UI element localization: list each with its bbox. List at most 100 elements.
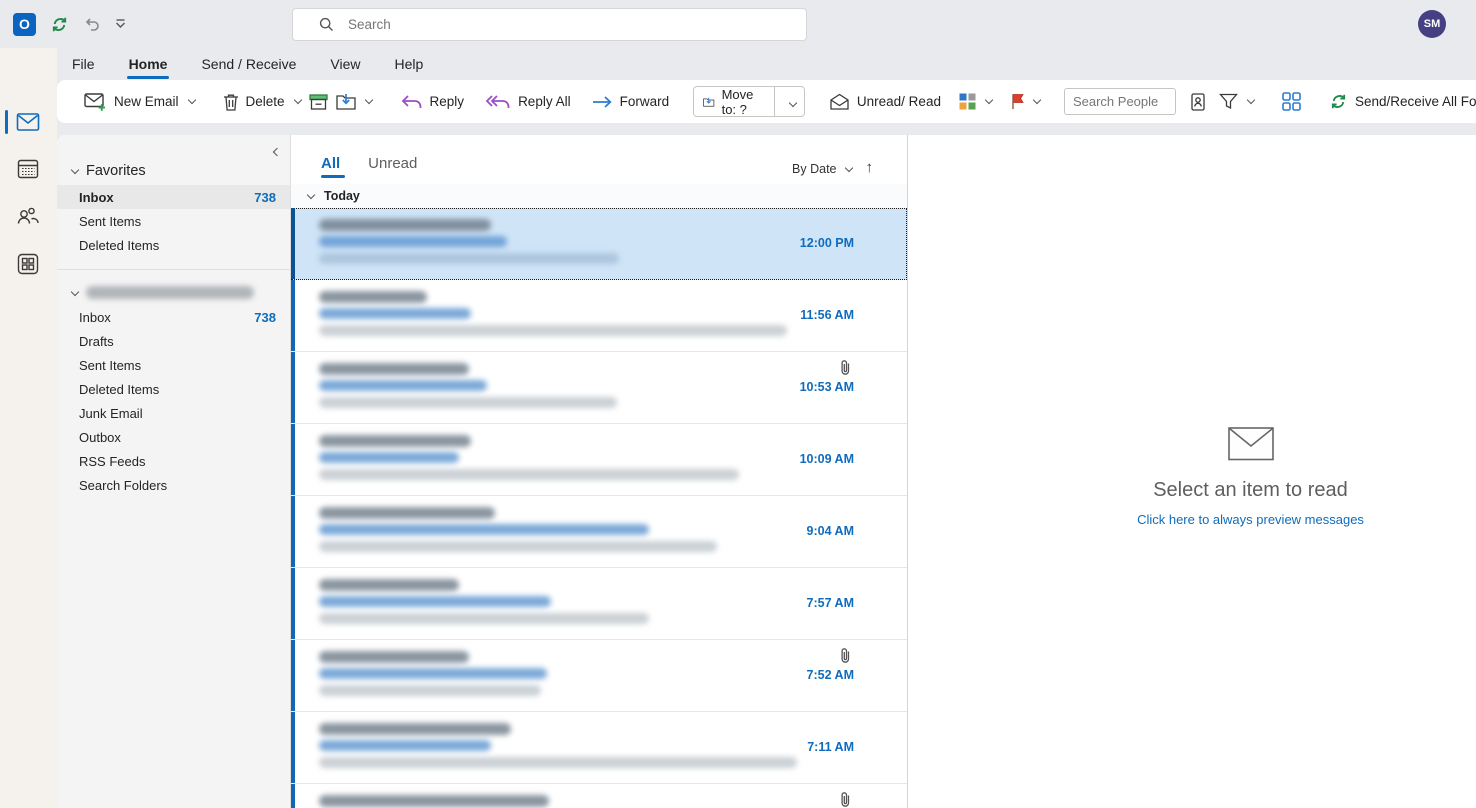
- calendar-nav-button[interactable]: [12, 152, 44, 184]
- reply-button[interactable]: Reply: [396, 89, 469, 115]
- message-list-header: All Unread By Date ↑: [291, 135, 907, 184]
- folder-deleted-items[interactable]: Deleted Items: [57, 377, 290, 401]
- unread-indicator: [291, 496, 295, 567]
- search-input[interactable]: [348, 17, 748, 32]
- reply-icon: [400, 94, 423, 110]
- people-nav-button[interactable]: [12, 200, 44, 232]
- follow-up-flag-button[interactable]: [1006, 88, 1044, 115]
- unread-count-badge: 738: [254, 190, 276, 205]
- sender-redacted: [319, 795, 549, 807]
- preview-redacted: [319, 397, 617, 408]
- tab-view[interactable]: View: [328, 52, 362, 76]
- subject-redacted: [319, 380, 487, 391]
- mail-item[interactable]: 9:04 AM: [291, 496, 907, 568]
- search-people-input[interactable]: [1064, 88, 1176, 115]
- customize-toolbar-icon[interactable]: [115, 19, 126, 29]
- move-to-folder-button[interactable]: [332, 88, 376, 115]
- filter-funnel-icon: [1219, 93, 1238, 110]
- account-header[interactable]: [57, 280, 290, 305]
- address-book-button[interactable]: [1186, 88, 1209, 116]
- unread-count-badge: 738: [254, 310, 276, 325]
- sender-redacted: [319, 435, 471, 447]
- categorize-button[interactable]: [955, 88, 996, 115]
- mail-item[interactable]: 10:09 AM: [291, 424, 907, 496]
- mail-time: 10:53 AM: [800, 380, 854, 394]
- tab-send-receive[interactable]: Send / Receive: [199, 52, 298, 76]
- mail-item[interactable]: 7:11 AM: [291, 712, 907, 784]
- sender-redacted: [319, 291, 427, 303]
- avatar[interactable]: SM: [1418, 10, 1446, 38]
- reading-pane-message: Select an item to read: [1153, 479, 1348, 502]
- folder-favorites-deleted-items[interactable]: Deleted Items: [57, 233, 290, 257]
- unread-indicator: [291, 568, 295, 639]
- folder-outbox[interactable]: Outbox: [57, 425, 290, 449]
- filter-email-button[interactable]: [1215, 88, 1258, 115]
- send-receive-all-button[interactable]: Send/Receive All Folders: [1325, 87, 1476, 116]
- unread-read-button[interactable]: Unread/ Read: [825, 88, 945, 115]
- grid-view-icon: [1282, 92, 1301, 111]
- mail-item[interactable]: 11:56 AM: [291, 280, 907, 352]
- flag-icon: [1010, 93, 1024, 110]
- unread-indicator: [291, 352, 295, 423]
- mail-item[interactable]: [291, 784, 907, 808]
- envelope-icon: [1228, 427, 1274, 461]
- sort-by-date-button[interactable]: By Date: [792, 162, 851, 176]
- collapse-folder-pane-button[interactable]: [271, 143, 280, 158]
- tab-unread[interactable]: Unread: [368, 155, 417, 176]
- folder-favorites-inbox[interactable]: Inbox 738: [57, 185, 290, 209]
- subject-redacted: [319, 596, 551, 607]
- folder-favorites-sent-items[interactable]: Sent Items: [57, 209, 290, 233]
- unread-indicator: [291, 424, 295, 495]
- sender-redacted: [319, 507, 495, 519]
- tab-all[interactable]: All: [321, 155, 340, 176]
- chevron-down-icon[interactable]: [782, 94, 804, 109]
- folder-pane: Favorites Inbox 738 Sent Items Deleted I…: [57, 135, 290, 808]
- mail-item[interactable]: 12:00 PM: [291, 208, 907, 280]
- folder-sent-items[interactable]: Sent Items: [57, 353, 290, 377]
- divider: [57, 269, 290, 270]
- favorites-header[interactable]: Favorites: [57, 157, 290, 185]
- undo-icon[interactable]: [83, 16, 101, 32]
- delete-button[interactable]: Delete: [219, 88, 305, 116]
- mail-item[interactable]: 10:53 AM: [291, 352, 907, 424]
- folder-inbox[interactable]: Inbox 738: [57, 305, 290, 329]
- mail-nav-button[interactable]: [12, 106, 44, 138]
- subject-redacted: [319, 452, 459, 463]
- folder-drafts[interactable]: Drafts: [57, 329, 290, 353]
- tab-help[interactable]: Help: [393, 52, 426, 76]
- new-email-button[interactable]: New Email: [80, 87, 199, 116]
- reply-all-button[interactable]: Reply All: [480, 89, 575, 115]
- always-preview-link[interactable]: Click here to always preview messages: [1137, 512, 1364, 527]
- preview-redacted: [319, 253, 619, 264]
- move-to-quick-step[interactable]: Move to: ?: [693, 86, 805, 117]
- mail-time: 7:52 AM: [807, 668, 854, 682]
- sender-redacted: [319, 723, 511, 735]
- unread-indicator: [291, 280, 295, 351]
- chevron-down-icon: [1247, 96, 1255, 104]
- people-icon: [17, 206, 40, 226]
- address-book-icon: [1190, 93, 1205, 111]
- mail-item[interactable]: 7:57 AM: [291, 568, 907, 640]
- tab-home[interactable]: Home: [127, 52, 170, 76]
- forward-button[interactable]: Forward: [587, 89, 674, 114]
- preview-redacted: [319, 541, 717, 552]
- preview-redacted: [319, 757, 797, 768]
- tab-file[interactable]: File: [70, 52, 97, 76]
- mail-item[interactable]: 7:52 AM: [291, 640, 907, 712]
- send-receive-quick-icon[interactable]: [50, 15, 69, 34]
- mail-time: 11:56 AM: [800, 308, 854, 322]
- global-search-box[interactable]: [292, 8, 807, 41]
- chevron-down-icon: [1033, 96, 1041, 104]
- chevron-down-icon: [307, 191, 315, 199]
- apps-nav-button[interactable]: [12, 248, 44, 280]
- mail-time: 12:00 PM: [800, 236, 854, 250]
- folder-junk-email[interactable]: Junk Email: [57, 401, 290, 425]
- folder-rss-feeds[interactable]: RSS Feeds: [57, 449, 290, 473]
- subject-redacted: [319, 308, 471, 319]
- view-switcher-button[interactable]: [1278, 87, 1305, 116]
- sort-direction-button[interactable]: ↑: [866, 159, 874, 176]
- folder-search-folders[interactable]: Search Folders: [57, 473, 290, 497]
- group-header-today[interactable]: Today: [291, 184, 907, 208]
- archive-button[interactable]: [305, 89, 332, 115]
- forward-icon: [591, 95, 613, 109]
